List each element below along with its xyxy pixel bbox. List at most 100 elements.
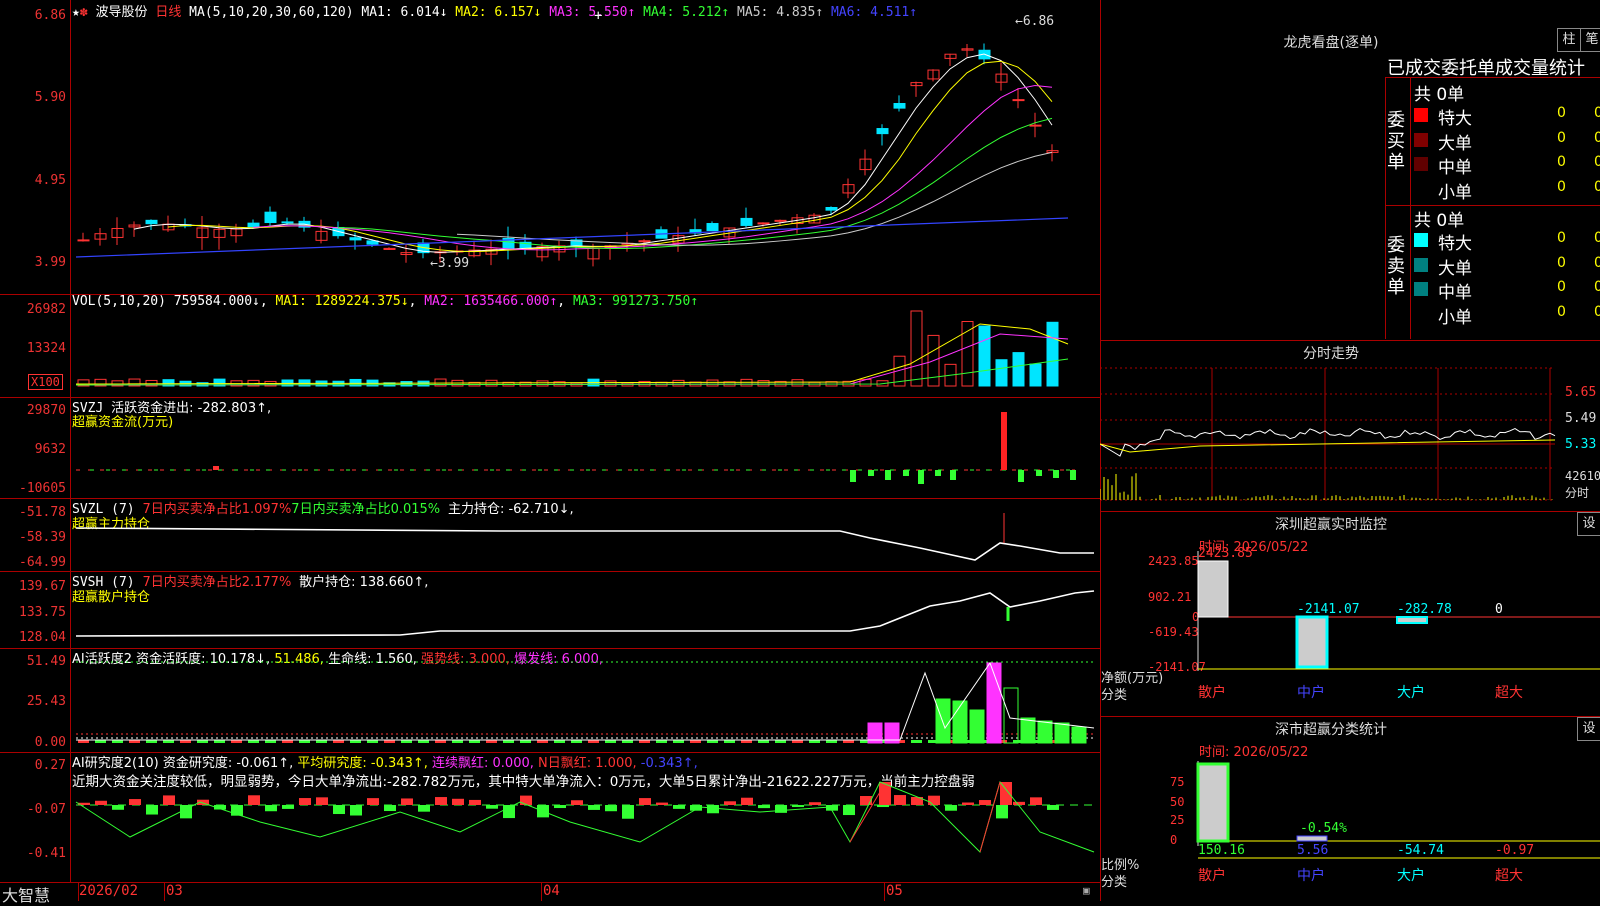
research-bar [248,795,260,805]
research-bar [809,802,821,805]
activity-bar [935,698,951,744]
activity-bar [911,740,922,743]
research-bar [367,798,379,805]
vol-chart [75,310,1069,387]
ai-research-chart [75,780,1095,853]
bar-mode-button[interactable]: 柱 [1557,28,1581,52]
date-label: 2026/02 [79,883,139,899]
research-bar [112,805,124,810]
research-bar [435,797,447,805]
research-bar [469,799,481,805]
activity-bar [1020,717,1036,744]
research-bar [1030,797,1042,805]
category-label: 超大 [1495,685,1523,701]
candle [1012,99,1025,102]
research-bar [571,800,583,805]
activity-bar [969,709,985,744]
stat-qty: 0 [1557,129,1566,146]
research-bar [605,805,617,812]
vol-bar [978,325,991,387]
research-bar [163,795,175,805]
research-bar [452,798,464,805]
stat-row: 大单 0 0% [1414,129,1600,154]
research-bar [979,800,991,805]
research-bar [1047,805,1059,810]
monitor-value: 0 [1495,602,1503,617]
research-bar [486,805,498,809]
kline-chart[interactable] [0,0,1100,294]
stat-qty: 0 [1557,154,1566,170]
research-bar [1000,782,1012,805]
candle [77,239,90,242]
flow-bar [213,466,219,470]
vol-bar [995,359,1008,387]
color-swatch [1414,132,1428,147]
vol-bar [1012,352,1025,387]
category-label: 散户 [1198,684,1226,701]
research-bar [588,805,600,810]
longhu-title: 龙虎看盘(逐单) [1283,35,1379,51]
stat-label: 小单 [1438,182,1472,203]
research-bar [622,805,634,819]
vol-bar [910,310,923,387]
date-bar[interactable]: 大智慧 2026/02 03 04 05 ▣ [0,882,1100,905]
stat-qty: 0 [1557,254,1566,271]
tick-mode-button[interactable]: 笔 [1580,28,1600,52]
research-bar [95,800,107,805]
candle [740,217,753,226]
research-bar [707,805,719,814]
monitor-y-label: -2141.07 [1148,660,1206,674]
candle [893,103,906,109]
flow-bar [1053,470,1059,478]
stat-pct: 0% [1594,254,1600,271]
vol-bar [1029,363,1042,387]
avg-price-line [1100,439,1556,453]
category-label: 超大 [1495,868,1523,884]
flow-bar [868,470,874,476]
intraday-chart[interactable] [1100,340,1600,511]
candle [145,219,158,225]
monitor-value: -282.78 [1397,602,1452,617]
stat-label: 中单 [1438,158,1472,178]
class-bar [1196,762,1230,843]
class-chart: 75 50 25 0 -0.54% 150.16 5.56 -54.74 -0.97 散户 中户 大户… [1170,761,1600,884]
research-bar [894,795,906,805]
candle [774,219,787,222]
stat-pct: 0% [1594,129,1600,146]
stat-qty: 0 [1557,279,1566,295]
stat-row: 大单 0 0% [1414,254,1600,279]
stat-qty: 0 [1557,303,1566,320]
research-bar [299,798,311,805]
class-value: -0.97 [1495,843,1534,858]
stat-label: 中单 [1438,283,1472,303]
research-bar [265,805,277,812]
flow-bar [903,470,909,476]
stat-qty: 0 [1557,178,1566,195]
research-bar [673,805,685,809]
stat-label: 大单 [1438,258,1472,279]
candle [281,221,294,224]
stat-label: 特大 [1438,234,1472,254]
stat-row: 小单 0 0% [1414,178,1600,203]
sell-side-label: 委卖单 [1387,235,1405,298]
monitor-value: -2141.07 [1297,602,1360,617]
activity-bar [1037,720,1053,744]
research-bar [333,805,345,815]
lock-icon[interactable]: ▣ [1083,884,1090,897]
activity-bar [1003,687,1019,744]
flow-bar [1070,470,1076,480]
longhu-panel[interactable]: 龙虎看盘(逐单) 柱 笔 已成交委托单成交量统计 委买单 委卖单 共 0单 共 … [1100,0,1600,340]
research-bar [741,797,753,805]
candle [706,223,719,232]
research-bar [418,805,430,812]
flow-bar [918,470,924,484]
research-bar [996,805,1008,819]
class-y-label: 25 [1170,813,1184,827]
monitor-y-label: 902.21 [1148,590,1191,604]
class-mid-value: -0.54% [1300,821,1347,836]
category-label: 大户 [1397,867,1425,884]
class-value: -54.74 [1397,843,1444,858]
color-swatch [1414,157,1428,171]
stat-pct: 0% [1594,303,1600,320]
candle [876,128,889,135]
